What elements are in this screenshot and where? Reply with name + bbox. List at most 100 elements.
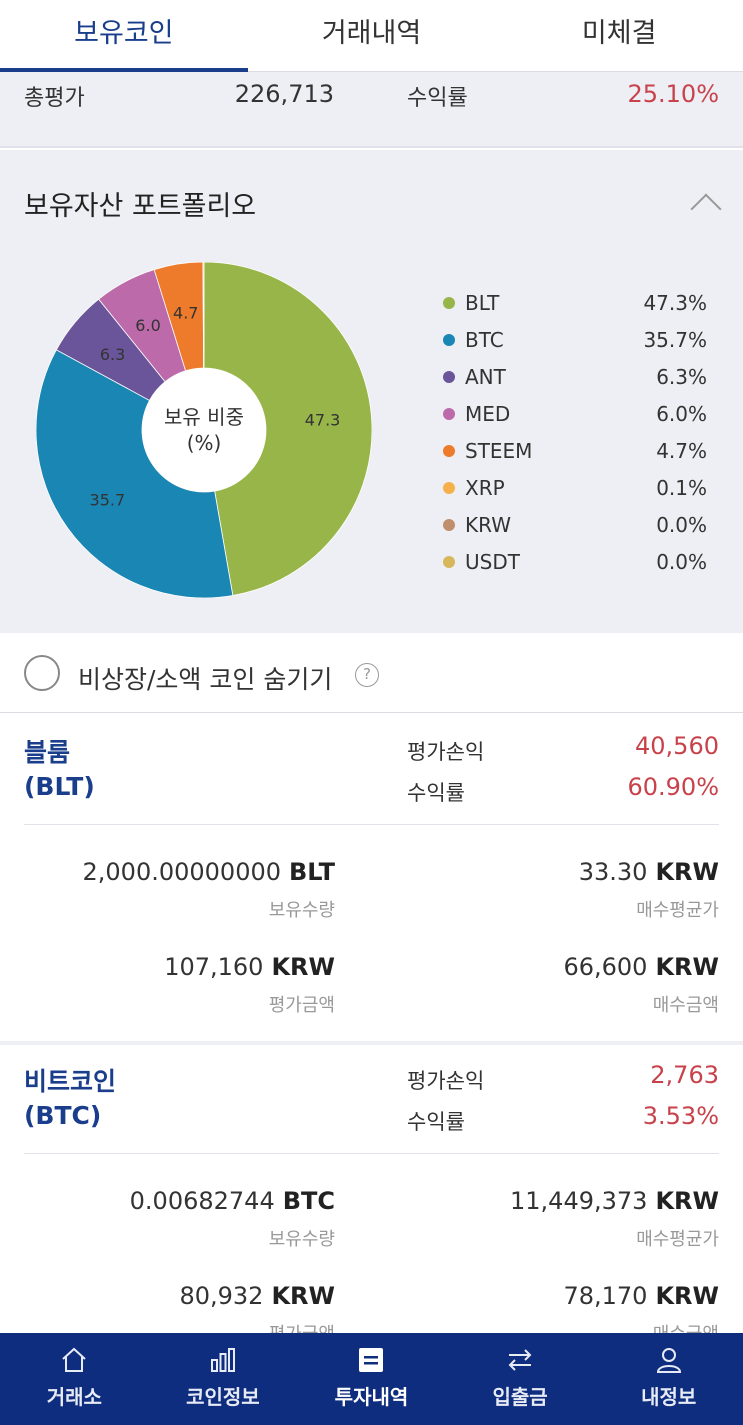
nav-label: 투자내역	[334, 1385, 409, 1409]
bar-chart-icon	[210, 1348, 235, 1372]
rate-value: 3.53%	[642, 1102, 719, 1130]
legend-value: 0.0%	[656, 549, 707, 574]
legend-dot-icon	[443, 333, 455, 346]
legend-item: MED 6.0%	[443, 395, 707, 432]
portfolio-legend: BLT 47.3% BTC 35.7% ANT 6.3% MED 6.0% STEEM 4.7% X…	[443, 284, 707, 580]
donut-center-unit: (%)	[186, 431, 222, 455]
legend-value: 6.3%	[656, 364, 707, 389]
legend-name: MED	[465, 401, 511, 426]
holding-quantity-label: 보유수량	[268, 1229, 335, 1250]
legend-name: USDT	[465, 549, 520, 574]
avg-buy-price: 33.30 KRW	[578, 858, 719, 886]
holding-quantity-label: 보유수량	[268, 900, 335, 921]
avg-buy-price: 11,449,373 KRW	[510, 1187, 719, 1215]
nav-label: 거래소	[46, 1385, 102, 1409]
legend-dot-icon	[443, 555, 455, 568]
legend-value: 6.0%	[656, 401, 707, 426]
legend-name: KRW	[465, 512, 511, 537]
legend-value: 4.7%	[656, 438, 707, 463]
nav-deposit-withdraw[interactable]: 입출금	[446, 1333, 595, 1425]
divider	[24, 824, 719, 825]
divider	[24, 1153, 719, 1154]
donut-center-title: 보유 비중	[164, 405, 244, 429]
pl-value: 2,763	[650, 1061, 719, 1089]
list-icon	[359, 1348, 384, 1372]
portfolio-section: 보유자산 포트폴리오 47.3 35.7 6.3 6.0 4.7 보유 비중 (%) B…	[0, 150, 743, 633]
legend-name: ANT	[465, 364, 506, 389]
pl-value: 40,560	[635, 732, 719, 760]
total-rate-label: 수익률	[407, 86, 468, 111]
legend-name: BLT	[465, 290, 500, 315]
holding-quantity: 0.00682744 BTC	[129, 1187, 335, 1215]
portfolio-title: 보유자산 포트폴리오	[24, 191, 257, 222]
pl-label: 평가손익	[407, 1069, 485, 1093]
help-icon[interactable]: ?	[355, 663, 379, 687]
legend-value: 0.0%	[656, 512, 707, 537]
legend-item: BTC 35.7%	[443, 321, 707, 358]
coin-symbol: (BTC)	[24, 1101, 102, 1130]
summary-bar: 총평가 226,713 수익률 25.10%	[0, 72, 743, 148]
legend-value: 35.7%	[643, 327, 707, 352]
eval-amount: 80,932 KRW	[179, 1282, 335, 1310]
tab-holdings[interactable]: 보유코인	[0, 0, 248, 72]
coin-name: 블룸	[24, 738, 71, 767]
bottom-nav: 거래소 코인정보 투자내역 입출금 내정보	[0, 1333, 743, 1425]
tab-unfilled[interactable]: 미체결	[495, 0, 743, 71]
donut-center-label: 보유 비중 (%)	[36, 262, 372, 598]
rate-value: 60.90%	[627, 773, 719, 801]
legend-item: STEEM 4.7%	[443, 432, 707, 469]
legend-dot-icon	[443, 370, 455, 383]
total-rate-value: 25.10%	[627, 80, 719, 108]
legend-value: 0.1%	[656, 475, 707, 500]
legend-name: XRP	[465, 475, 505, 500]
legend-item: XRP 0.1%	[443, 469, 707, 506]
eval-amount-label: 평가금액	[268, 995, 335, 1016]
legend-item: ANT 6.3%	[443, 358, 707, 395]
legend-item: USDT 0.0%	[443, 543, 707, 580]
legend-name: STEEM	[465, 438, 533, 463]
coin-card[interactable]: 비트코인 (BTC) 평가손익 2,763 수익률 3.53% 0.006827…	[0, 1045, 743, 1333]
buy-amount-label: 매수금액	[652, 995, 719, 1016]
eval-amount: 107,160 KRW	[164, 953, 335, 981]
legend-dot-icon	[443, 407, 455, 420]
buy-amount: 78,170 KRW	[563, 1282, 719, 1310]
hide-small-coins-row: 비상장/소액 코인 숨기기 ?	[0, 633, 743, 713]
legend-dot-icon	[443, 481, 455, 494]
legend-value: 47.3%	[643, 290, 707, 315]
nav-label: 코인정보	[186, 1385, 260, 1409]
hide-small-coins-label[interactable]: 비상장/소액 코인 숨기기	[78, 660, 332, 696]
rate-label: 수익률	[407, 781, 465, 805]
nav-label: 입출금	[492, 1385, 548, 1409]
legend-dot-icon	[443, 518, 455, 531]
tab-trade-history[interactable]: 거래내역	[248, 0, 496, 71]
nav-coin-info[interactable]: 코인정보	[149, 1333, 298, 1425]
transfer-icon	[508, 1349, 532, 1371]
legend-item: KRW 0.0%	[443, 506, 707, 543]
eval-amount-label: 평가금액	[269, 1320, 335, 1333]
portfolio-donut-chart: 47.3 35.7 6.3 6.0 4.7 보유 비중 (%)	[35, 261, 373, 599]
top-tabs: 보유코인 거래내역 미체결	[0, 0, 743, 72]
coin-name: 비트코인	[24, 1067, 117, 1096]
rate-label: 수익률	[407, 1110, 465, 1134]
chevron-up-icon[interactable]	[690, 193, 722, 225]
nav-label: 내정보	[641, 1385, 697, 1409]
holding-quantity: 2,000.00000000 BLT	[82, 858, 335, 886]
user-icon	[656, 1348, 681, 1373]
avg-buy-price-label: 매수평균가	[636, 1229, 719, 1250]
hide-small-coins-radio[interactable]	[24, 655, 60, 691]
legend-item: BLT 47.3%	[443, 284, 707, 321]
nav-exchange[interactable]: 거래소	[0, 1333, 149, 1425]
nav-my-info[interactable]: 내정보	[594, 1333, 743, 1425]
coin-symbol: (BLT)	[24, 772, 95, 801]
coin-card[interactable]: 블룸 (BLT) 평가손익 40,560 수익률 60.90% 2,000.00…	[0, 714, 743, 1044]
avg-buy-price-label: 매수평균가	[636, 900, 719, 921]
buy-amount-label: 매수금액	[653, 1320, 719, 1333]
total-eval-value: 226,713	[234, 80, 334, 108]
home-icon	[62, 1347, 86, 1372]
nav-investment-history[interactable]: 투자내역	[297, 1333, 446, 1425]
total-eval-label: 총평가	[24, 86, 85, 111]
pl-label: 평가손익	[407, 740, 485, 764]
legend-dot-icon	[443, 444, 455, 457]
buy-amount: 66,600 KRW	[563, 953, 719, 981]
legend-dot-icon	[443, 296, 455, 309]
